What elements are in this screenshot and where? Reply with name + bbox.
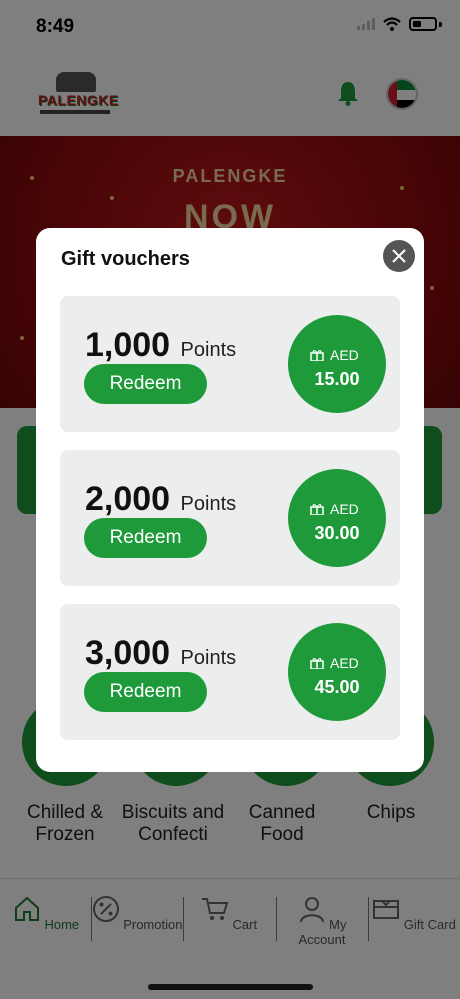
voucher-points-label: Points: [180, 339, 237, 361]
voucher-value-badge: AED 30.00: [288, 469, 386, 567]
voucher-card: 3,000 Points Redeem AED 45.00: [60, 604, 400, 740]
close-icon: [392, 249, 406, 263]
voucher-points: 3,000: [85, 634, 171, 672]
voucher-points-label: Points: [180, 493, 237, 515]
voucher-points: 2,000: [85, 480, 171, 518]
voucher-points: 1,000: [85, 326, 171, 364]
home-indicator: [148, 984, 313, 990]
redeem-button[interactable]: Redeem: [84, 518, 207, 558]
close-button[interactable]: [383, 240, 415, 272]
voucher-amount: 15.00: [314, 369, 360, 389]
voucher-amount: 45.00: [314, 677, 360, 697]
gift-icon: [310, 350, 324, 361]
voucher-card: 1,000 Points Redeem AED 15.00: [60, 296, 400, 432]
voucher-amount: 30.00: [314, 523, 360, 543]
gift-icon: [310, 658, 324, 669]
voucher-currency: AED: [330, 655, 359, 671]
redeem-button[interactable]: Redeem: [84, 672, 207, 712]
voucher-currency: AED: [330, 347, 359, 363]
gift-icon: [310, 504, 324, 515]
gift-vouchers-modal: Gift vouchers 1,000 Points Redeem AED 15…: [36, 228, 424, 772]
modal-title: Gift vouchers: [61, 248, 190, 270]
redeem-button[interactable]: Redeem: [84, 364, 207, 404]
voucher-value-badge: AED 45.00: [288, 623, 386, 721]
voucher-value-badge: AED 15.00: [288, 315, 386, 413]
voucher-card: 2,000 Points Redeem AED 30.00: [60, 450, 400, 586]
voucher-currency: AED: [330, 501, 359, 517]
voucher-points-label: Points: [180, 647, 237, 669]
